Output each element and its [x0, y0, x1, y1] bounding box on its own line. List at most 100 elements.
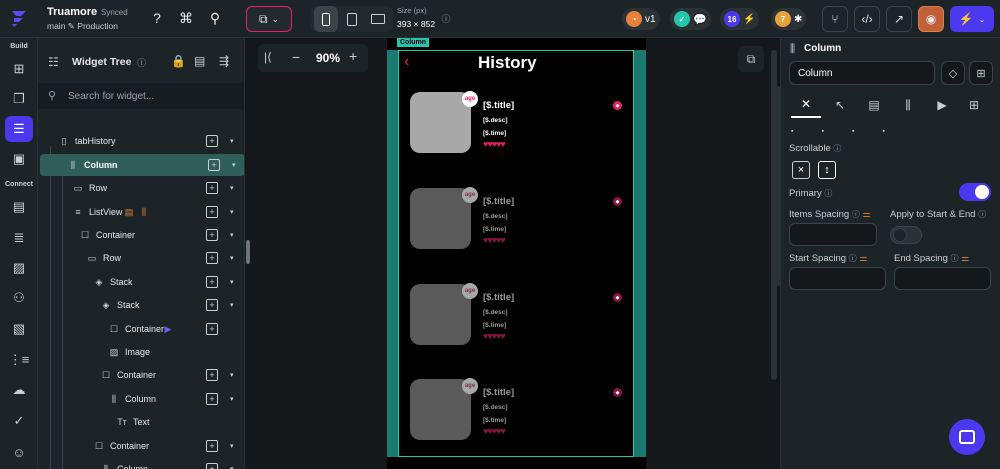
tablet-device-icon[interactable] — [341, 6, 363, 32]
tree-item-container[interactable]: ☐ Container ▶ + — [38, 318, 244, 340]
help-icon[interactable]: ? — [148, 9, 166, 27]
widget-name-input[interactable]: Column — [789, 61, 935, 85]
pages-icon[interactable]: ❐ — [9, 89, 29, 109]
scroll-vertical-option[interactable]: ↕ — [818, 161, 836, 179]
collapse-panel-icon[interactable]: |⟨ — [264, 50, 272, 64]
preview-eye-icon[interactable]: ◉ — [918, 6, 944, 32]
tree-item-stack[interactable]: ◈ Stack + ▾ — [38, 271, 244, 293]
size-value[interactable]: 393 × 852 — [397, 19, 435, 29]
widget-search[interactable]: ⚲ Search for widget... — [38, 83, 244, 109]
zoom-in-icon[interactable]: + — [349, 48, 357, 64]
items-spacing-input[interactable] — [789, 223, 877, 246]
info-icon[interactable]: ⓘ — [137, 56, 146, 69]
project-name[interactable]: Truamore — [47, 6, 97, 18]
tab-properties-icon[interactable]: ✕ — [791, 92, 821, 118]
phone-device-icon[interactable] — [314, 6, 338, 32]
tree-item-text[interactable]: Tт Text — [38, 411, 244, 433]
warnings-pill[interactable]: 7 ✱ — [771, 8, 807, 30]
add-child-icon[interactable]: + — [206, 252, 218, 264]
lock-icon[interactable]: 🔒 — [171, 54, 186, 68]
collapse-all-icon[interactable]: ⇶ — [219, 54, 229, 68]
add-child-icon[interactable]: + — [206, 299, 218, 311]
custom-code-icon[interactable]: ⋮≡ — [9, 350, 30, 370]
tree-item-image[interactable]: ▨ Image — [38, 341, 244, 363]
integrations-icon[interactable]: ⚇ — [9, 288, 29, 308]
add-child-icon[interactable]: + — [206, 135, 218, 147]
api-calls-icon[interactable]: ≣ — [9, 228, 29, 248]
chevron-down-icon[interactable]: ▾ — [230, 371, 234, 379]
layers-icon[interactable]: ▤ — [194, 54, 205, 68]
add-child-icon[interactable]: + — [206, 393, 218, 405]
storyboard-icon[interactable]: ▨ — [9, 258, 29, 278]
support-chat-button[interactable] — [949, 419, 985, 455]
chevron-down-icon[interactable]: ▾ — [230, 208, 234, 216]
tab-docs-icon[interactable]: ⊞ — [959, 92, 989, 118]
tree-item-column[interactable]: ⫼ Column + ▾ — [38, 388, 244, 410]
chevron-down-icon[interactable]: ▾ — [230, 254, 234, 262]
code-icon[interactable]: ‹/› — [854, 6, 880, 32]
flutterflow-logo-icon[interactable] — [8, 8, 30, 30]
tab-actions-icon[interactable]: ↖ — [825, 92, 855, 118]
command-icon[interactable]: ⌘ — [177, 9, 195, 27]
cloud-functions-icon[interactable]: ☁ — [9, 380, 29, 400]
widget-tree-icon[interactable]: ☰ — [5, 116, 33, 142]
tree-item-container[interactable]: ☐ Container + ▾ — [38, 224, 244, 246]
panel-scrollbar[interactable] — [773, 86, 781, 286]
end-spacing-input[interactable] — [894, 267, 991, 290]
add-child-icon[interactable]: + — [206, 182, 218, 194]
chevron-down-icon[interactable]: ▾ — [230, 301, 234, 309]
tree-item-container[interactable]: ☐ Container + ▾ — [38, 435, 244, 457]
panel-resize-handle[interactable] — [246, 240, 250, 264]
chevron-down-icon[interactable]: ▾ — [230, 137, 234, 145]
generate-children-icon[interactable]: ▤ — [123, 206, 135, 218]
chevron-down-icon[interactable]: ▾ — [230, 278, 234, 286]
tree-item-column[interactable]: ⫼ Column + ▾ — [40, 154, 244, 176]
add-child-icon[interactable]: + — [206, 463, 218, 469]
tab-backend-query-icon[interactable]: ▤ — [859, 92, 889, 118]
search-icon[interactable]: ⚲ — [206, 9, 224, 27]
tests-icon[interactable]: ✓ — [9, 411, 29, 431]
run-button[interactable]: ⚡ ⌄ — [950, 6, 994, 32]
add-child-icon[interactable]: + — [206, 440, 218, 452]
tree-item-stack[interactable]: ◈ Stack + ▾ — [38, 294, 244, 316]
version-pill[interactable]: ◔ v1 — [622, 8, 660, 30]
add-child-icon[interactable]: + — [206, 229, 218, 241]
agent-icon[interactable]: ☺ — [9, 442, 29, 462]
chevron-down-icon[interactable]: ▾ — [230, 395, 234, 403]
chevron-down-icon[interactable]: ▾ — [232, 161, 236, 169]
widget-palette-button[interactable]: ⧉ ⌄ — [246, 6, 292, 32]
apply-start-end-toggle[interactable] — [890, 226, 922, 244]
tree-item-row[interactable]: ▭ Row + ▾ — [38, 247, 244, 269]
chevron-down-icon[interactable]: ▾ — [230, 231, 234, 239]
tab-animations-icon[interactable]: ▶ — [927, 92, 957, 118]
zoom-level[interactable]: 90% — [316, 51, 340, 65]
notifications-pill[interactable]: 16 ⚡ — [720, 8, 760, 30]
media-assets-icon[interactable]: ▧ — [9, 319, 29, 339]
chevron-down-icon[interactable]: ▾ — [230, 442, 234, 450]
tree-item-column[interactable]: ⫼ Column + ▾ — [38, 458, 244, 469]
diamond-icon[interactable]: ◇ — [941, 61, 965, 85]
canvas-tools-icon[interactable]: ⧉ — [738, 46, 764, 72]
add-widget-icon[interactable]: ⊞ — [9, 59, 29, 79]
database-icon[interactable]: ▤ — [9, 197, 29, 217]
desktop-device-icon[interactable] — [366, 6, 390, 32]
primary-toggle[interactable] — [959, 183, 991, 201]
zoom-out-icon[interactable]: − — [292, 49, 300, 65]
open-external-icon[interactable]: ↗ — [886, 6, 912, 32]
tab-layout-icon[interactable]: ⫼ — [893, 92, 923, 118]
scroll-off-option[interactable]: × — [792, 161, 810, 179]
tree-item-row[interactable]: ▭ Row + ▾ — [38, 177, 244, 199]
tree-item-container[interactable]: ☐ Container + ▾ — [38, 364, 244, 386]
branch-label[interactable]: main ✎ Production — [47, 21, 118, 32]
add-component-icon[interactable]: ⊞ — [969, 61, 993, 85]
components-icon[interactable]: ▣ — [9, 149, 29, 169]
tree-item-tabhistory[interactable]: ▯ tabHistory + ▾ — [38, 130, 244, 152]
branch-icon[interactable]: ⑂ — [822, 6, 848, 32]
back-arrow-icon[interactable]: ‹ — [404, 53, 409, 71]
chevron-down-icon[interactable]: ▾ — [230, 184, 234, 192]
add-child-icon[interactable]: + — [206, 369, 218, 381]
check-status-pill[interactable]: ✓ 💬 — [670, 8, 711, 30]
add-child-icon[interactable]: + — [208, 159, 220, 171]
info-icon[interactable]: ⓘ — [437, 9, 455, 27]
tree-item-listview[interactable]: ≡ ListView ▤ ⫼ + ▾ — [38, 201, 244, 223]
